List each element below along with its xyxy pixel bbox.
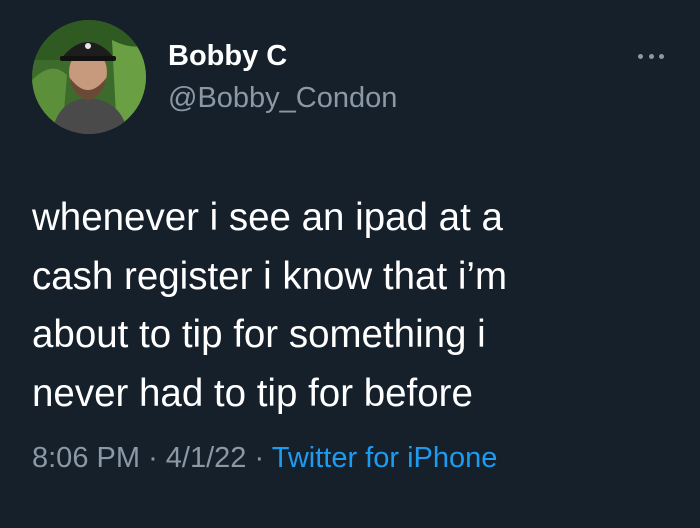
meta-separator: ·	[254, 442, 265, 474]
avatar-photo	[32, 20, 146, 134]
tweet-source-link[interactable]: Twitter for iPhone	[272, 442, 498, 474]
tweet-text: whenever i see an ipad at a cash registe…	[32, 196, 508, 415]
user-handle[interactable]: @Bobby_Condon	[168, 84, 397, 113]
meta-separator: ·	[148, 442, 158, 474]
tweet-meta: 8:06 PM · 4/1/22 · Twitter for iPhone	[32, 441, 497, 476]
more-horizontal-icon[interactable]	[638, 46, 664, 66]
display-name[interactable]: Bobby C	[168, 42, 287, 71]
more-dot	[659, 53, 664, 59]
tweet-card: Bobby C @Bobby_Condon whenever i see an …	[0, 0, 700, 528]
avatar[interactable]	[32, 20, 146, 134]
tweet-date[interactable]: 4/1/22	[166, 442, 247, 474]
more-dot	[648, 53, 654, 59]
more-dot	[638, 53, 643, 59]
tweet-time[interactable]: 8:06 PM	[32, 442, 140, 474]
